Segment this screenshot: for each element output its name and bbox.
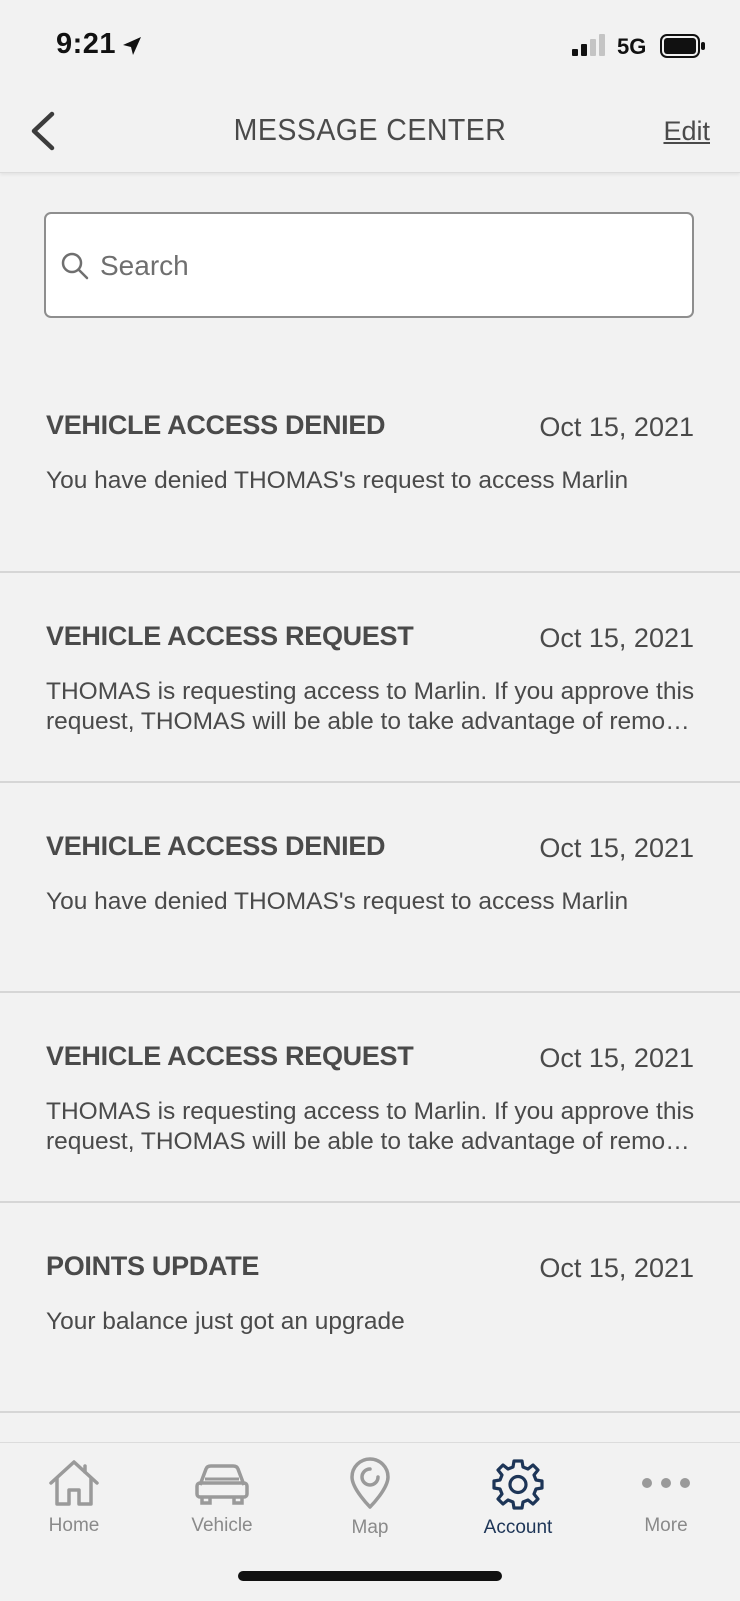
battery-icon: [660, 34, 706, 63]
message-title: VEHICLE ACCESS DENIED: [46, 831, 386, 861]
tab-label: Home: [48, 1515, 100, 1536]
status-bar: 9:21 5G: [0, 0, 740, 90]
message-date: Oct 15, 2021: [539, 1253, 694, 1283]
message-item[interactable]: POINTS UPDATE Oct 15, 2021 Your balance …: [0, 1203, 740, 1413]
search-box[interactable]: [44, 212, 694, 318]
network-type: 5G: [617, 34, 647, 59]
message-body: Your balance just got an upgrade: [46, 1308, 405, 1335]
location-arrow-icon: [122, 36, 142, 61]
message-date: Oct 15, 2021: [539, 412, 694, 442]
message-item[interactable]: VEHICLE ACCESS REQUEST Oct 15, 2021 THOM…: [0, 573, 740, 783]
message-body: THOMAS is requesting access to Marlin. I…: [46, 678, 695, 735]
message-item[interactable]: VEHICLE ACCESS REQUEST Oct 15, 2021 THOM…: [0, 993, 740, 1203]
home-indicator: [238, 1571, 502, 1581]
map-pin-icon: [350, 1457, 390, 1509]
tab-label: More: [644, 1515, 688, 1536]
edit-button[interactable]: Edit: [663, 116, 710, 147]
more-dots-icon: [642, 1478, 690, 1488]
message-body: You have denied THOMAS's request to acce…: [46, 888, 629, 915]
message-title: VEHICLE ACCESS DENIED: [46, 410, 386, 440]
home-icon: [49, 1460, 99, 1506]
message-item[interactable]: VEHICLE ACCESS DENIED Oct 15, 2021 You h…: [0, 783, 740, 993]
gear-icon: [492, 1459, 544, 1510]
tab-more[interactable]: More: [592, 1457, 740, 1557]
message-list: VEHICLE ACCESS DENIED Oct 15, 2021 You h…: [0, 362, 740, 1413]
car-icon: [195, 1464, 249, 1505]
tab-label: Account: [483, 1517, 553, 1538]
message-title: POINTS UPDATE: [46, 1251, 260, 1281]
message-date: Oct 15, 2021: [539, 833, 694, 863]
search-input[interactable]: [98, 242, 662, 290]
tab-account[interactable]: Account: [444, 1457, 592, 1557]
message-date: Oct 15, 2021: [539, 623, 694, 653]
tab-map[interactable]: Map: [296, 1457, 444, 1557]
nav-bar: MESSAGE CENTER Edit: [0, 90, 740, 173]
message-item[interactable]: VEHICLE ACCESS DENIED Oct 15, 2021 You h…: [0, 362, 740, 573]
tab-vehicle[interactable]: Vehicle: [148, 1457, 296, 1557]
tab-label: Map: [351, 1517, 389, 1538]
signal-bars-icon: [572, 34, 606, 61]
message-date: Oct 15, 2021: [539, 1043, 694, 1073]
message-body: THOMAS is requesting access to Marlin. I…: [46, 1098, 695, 1155]
page-title: MESSAGE CENTER: [233, 112, 507, 147]
tab-label: Vehicle: [191, 1515, 253, 1536]
message-body: You have denied THOMAS's request to acce…: [46, 467, 629, 494]
message-title: VEHICLE ACCESS REQUEST: [46, 1041, 414, 1071]
status-time: 9:21: [56, 28, 117, 60]
message-title: VEHICLE ACCESS REQUEST: [46, 621, 414, 651]
tab-home[interactable]: Home: [0, 1457, 148, 1557]
search-icon: [60, 251, 90, 286]
